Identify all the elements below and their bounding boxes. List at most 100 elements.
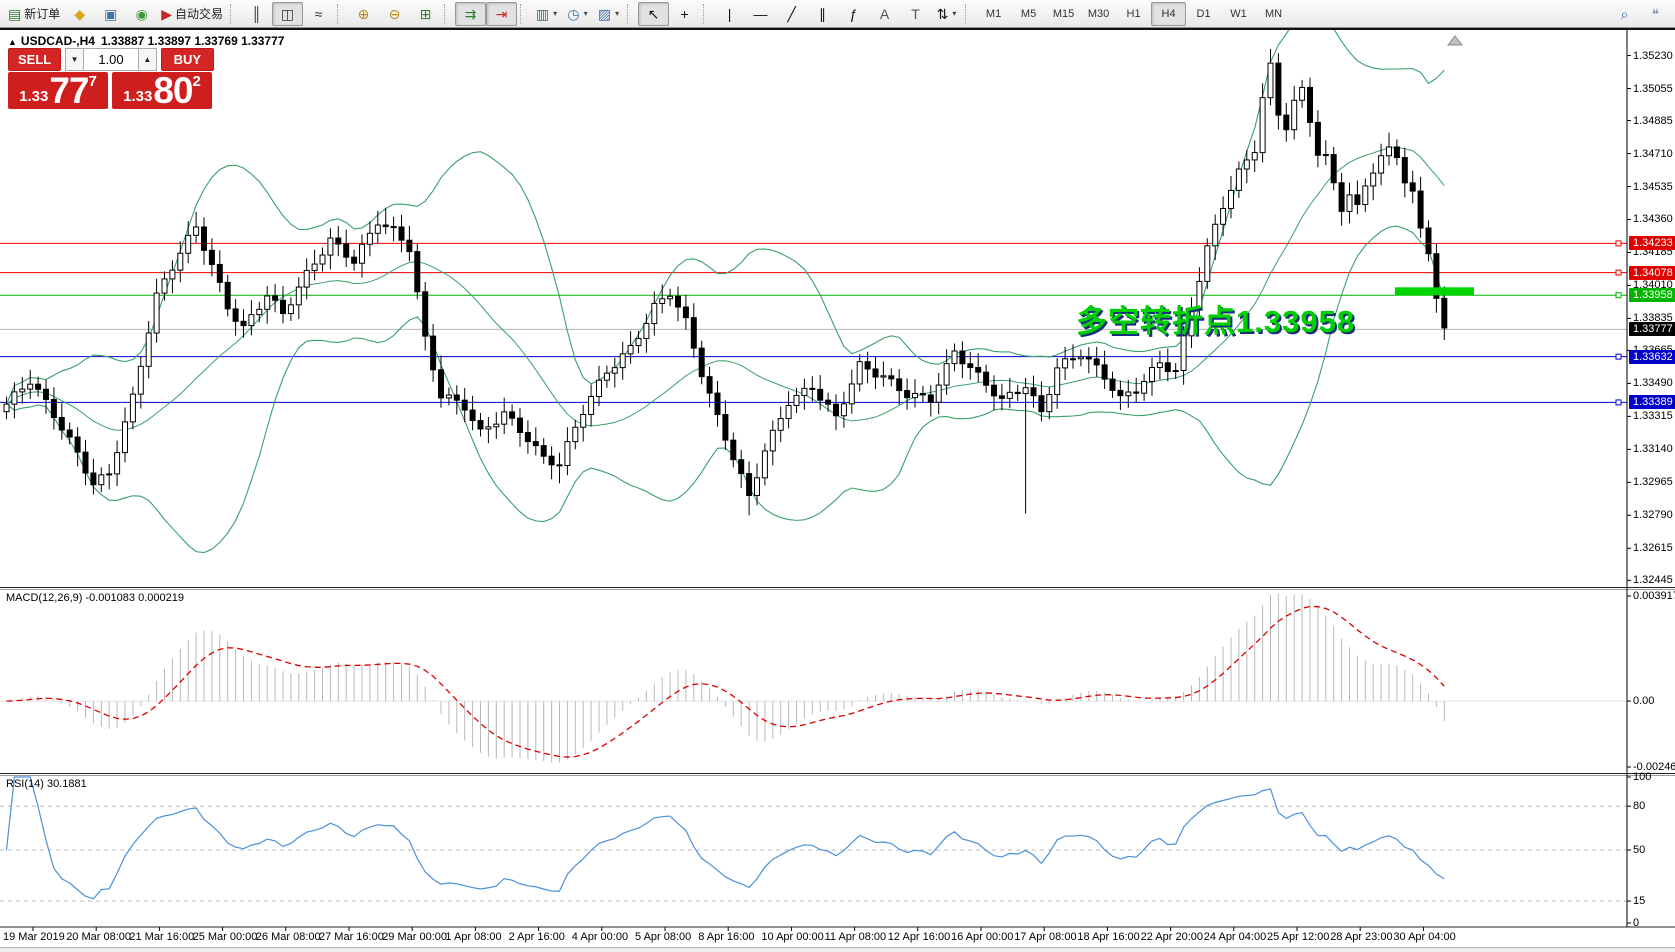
templates-button[interactable]: ▨▾ [593, 2, 624, 26]
price-axis-label: 1.34885 [1633, 115, 1673, 127]
rsi-indicator-label: RSI(14) 30.1881 [6, 778, 87, 790]
timeframe-h4-button[interactable]: H4 [1151, 2, 1186, 26]
price-axis-label: 1.32445 [1633, 574, 1673, 586]
sell-button[interactable]: SELL [8, 48, 61, 71]
zoom-out-button[interactable]: ⊖ [379, 2, 410, 26]
new-chart-dropdown-caret[interactable]: ▾ [553, 9, 557, 18]
time-axis-label: 19 Mar 2019 [3, 931, 65, 943]
arrows-icon: ⇅ [937, 7, 949, 21]
text-label-button[interactable]: T [900, 2, 931, 26]
auto-scroll-button[interactable]: ⇉ [455, 2, 486, 26]
chart-canvas[interactable] [0, 30, 1675, 952]
symbol-title: USDCAD-,H4 [21, 34, 95, 48]
price-axis-label: 1.33140 [1633, 443, 1673, 455]
text-button[interactable]: A [869, 2, 900, 26]
cursor-icon: ↖ [648, 7, 660, 21]
volume-decrease-button[interactable]: ▼ [65, 48, 84, 71]
candlestick-chart-button[interactable]: ◫ [272, 2, 303, 26]
price-line-label: 1.33958 [1629, 288, 1675, 302]
periods-button[interactable]: ◷▾ [562, 2, 593, 26]
buy-price-pip: 2 [193, 74, 201, 89]
time-axis-label: 30 Apr 04:00 [1393, 931, 1455, 943]
buy-button[interactable]: BUY [161, 48, 214, 71]
bars-chart-button[interactable]: ║ [241, 2, 272, 26]
autotrading-label: 自动交易 [175, 5, 223, 22]
price-axis-label: 1.32615 [1633, 542, 1673, 554]
toolbar-separator [703, 4, 711, 24]
symbol-header: ▲USDCAD-,H41.33887 1.33897 1.33769 1.337… [8, 34, 284, 48]
volume-increase-button[interactable]: ▲ [138, 48, 157, 71]
equidistant-channel-button[interactable]: ∥ [807, 2, 838, 26]
new-order-label: 新订单 [24, 5, 60, 22]
candlestick-chart-icon: ◫ [281, 7, 294, 21]
price-axis-label: 0.003917 [1633, 590, 1675, 602]
chart-shift-icon: ⇥ [496, 7, 508, 21]
templates-dropdown-caret[interactable]: ▾ [615, 9, 619, 18]
cursor-button[interactable]: ↖ [638, 2, 669, 26]
timeframe-h1-button[interactable]: H1 [1116, 2, 1151, 26]
new-order-button[interactable]: ▤新订单 [4, 2, 64, 26]
crosshair-button[interactable]: + [669, 2, 700, 26]
templates-icon: ▨ [598, 7, 611, 21]
time-axis-label: 17 Apr 08:00 [1014, 931, 1076, 943]
time-axis-label: 27 Mar 16:00 [319, 931, 384, 943]
autotrading-button[interactable]: ▶自动交易 [157, 2, 227, 26]
price-axis-label: 1.34535 [1633, 181, 1673, 193]
one-click-trading-panel: SELL ▼ ▲ BUY 1.33777 1.33802 [8, 48, 214, 109]
time-axis-label: 26 Mar 08:00 [256, 931, 321, 943]
periods-dropdown-caret[interactable]: ▾ [584, 9, 588, 18]
arrows-dropdown-caret[interactable]: ▾ [952, 9, 956, 18]
timeframe-m1-button[interactable]: M1 [976, 2, 1011, 26]
time-axis-label: 1 Apr 08:00 [445, 931, 501, 943]
signals-button[interactable]: ◉ [126, 2, 157, 26]
time-axis-label: 24 Apr 04:00 [1204, 931, 1266, 943]
price-axis-label: 50 [1633, 844, 1645, 856]
toolbar-separator [520, 4, 528, 24]
text-icon: A [880, 7, 889, 21]
chart-window[interactable]: ▲USDCAD-,H41.33887 1.33897 1.33769 1.337… [0, 28, 1675, 952]
tile-windows-button[interactable]: ⊞ [410, 2, 441, 26]
fibonacci-button[interactable]: ƒ [838, 2, 869, 26]
timeframe-w1-button[interactable]: W1 [1221, 2, 1256, 26]
timeframe-m15-button[interactable]: M15 [1046, 2, 1081, 26]
line-chart-button[interactable]: ≈ [303, 2, 334, 26]
price-axis-label: 1.35055 [1633, 83, 1673, 95]
terminal-button[interactable]: ▣ [95, 2, 126, 26]
zoom-in-button[interactable]: ⊕ [348, 2, 379, 26]
market-watch-button[interactable]: ◆ [64, 2, 95, 26]
time-axis-label: 22 Apr 20:00 [1141, 931, 1203, 943]
chart-shift-button[interactable]: ⇥ [486, 2, 517, 26]
arrows-button[interactable]: ⇅▾ [931, 2, 962, 26]
timeframe-m5-button[interactable]: M5 [1011, 2, 1046, 26]
vertical-line-button[interactable]: | [714, 2, 745, 26]
trendline-button[interactable]: ╱ [776, 2, 807, 26]
timeframe-mn-button[interactable]: MN [1256, 2, 1291, 26]
price-axis-label: 1.32965 [1633, 476, 1673, 488]
time-axis-label: 12 Apr 16:00 [888, 931, 950, 943]
price-axis-label: 1.33315 [1633, 410, 1673, 422]
sell-price-prefix: 1.33 [19, 87, 48, 107]
market-watch-icon: ◆ [74, 7, 85, 21]
sell-price-pip: 7 [89, 74, 97, 89]
search-button[interactable]: ⌕ [1609, 2, 1640, 26]
buy-price-box[interactable]: 1.33802 [112, 72, 212, 109]
price-line-label: 1.34078 [1629, 266, 1675, 280]
toolbar-separator [230, 4, 238, 24]
sell-price-box[interactable]: 1.33777 [8, 72, 108, 109]
timeframe-m30-button[interactable]: M30 [1081, 2, 1116, 26]
collapse-panel-icon[interactable]: ▲ [8, 37, 17, 47]
search-icon: ⌕ [1621, 7, 1629, 21]
community-chat-button[interactable]: ❝ [1640, 2, 1671, 26]
new-chart-button[interactable]: ▥▾ [531, 2, 562, 26]
buy-price-main: 80 [153, 75, 192, 107]
time-axis-label: 21 Mar 16:00 [129, 931, 194, 943]
timeframe-d1-button[interactable]: D1 [1186, 2, 1221, 26]
volume-input[interactable] [84, 48, 138, 71]
time-axis-label: 29 Mar 00:00 [382, 931, 447, 943]
time-axis-label: 5 Apr 08:00 [635, 931, 691, 943]
community-chat-icon: ❝ [1652, 7, 1660, 21]
horizontal-line-button[interactable]: — [745, 2, 776, 26]
zoom-in-icon: ⊕ [358, 7, 370, 21]
toolbar-separator [627, 4, 635, 24]
time-axis-label: 11 Apr 08:00 [825, 931, 887, 943]
